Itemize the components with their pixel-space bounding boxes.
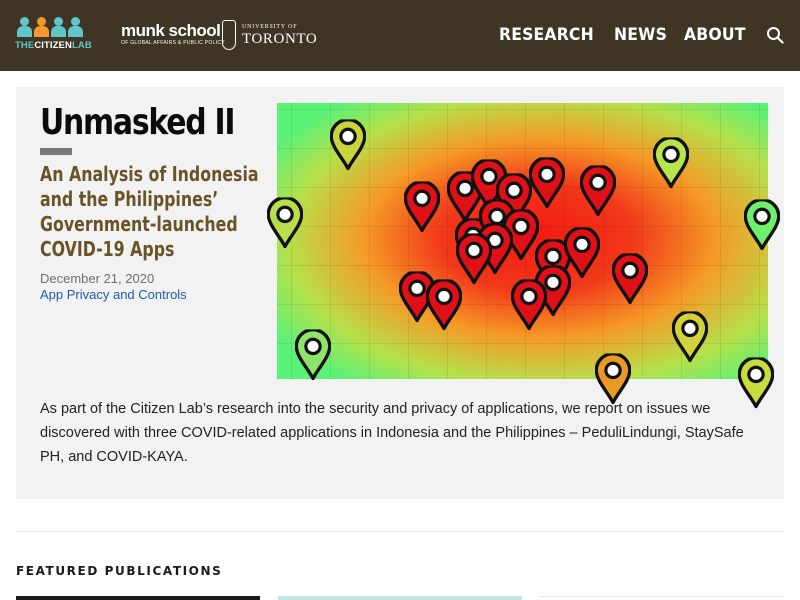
- section-divider: [16, 531, 784, 532]
- article-subtitle[interactable]: An Analysis of Indonesia and the Philipp…: [40, 162, 271, 262]
- main-nav: RESEARCH NEWS ABOUT: [499, 24, 751, 46]
- munk-school-name: munk school: [121, 21, 221, 40]
- citizen-lab-people-icon: [17, 17, 90, 37]
- search-icon[interactable]: [766, 26, 784, 44]
- nav-about[interactable]: ABOUT: [684, 24, 746, 46]
- featured-publications-heading: FEATURED PUBLICATIONS: [16, 564, 223, 578]
- map-pin-icon: [595, 353, 631, 405]
- article-date: December 21, 2020: [40, 271, 155, 286]
- article-hero-image[interactable]: [267, 103, 780, 409]
- nav-research[interactable]: RESEARCH: [499, 24, 594, 46]
- site-header: THECITIZENLAB munk school OF GLOBAL AFFA…: [0, 0, 800, 71]
- featured-publication-card[interactable]: [278, 596, 522, 600]
- citizen-lab-logo-suffix: LAB: [71, 40, 92, 51]
- article-category-link[interactable]: App Privacy and Controls: [40, 287, 187, 302]
- featured-article-card: Unmasked II An Analysis of Indonesia and…: [16, 87, 784, 499]
- citizen-lab-logo-prefix: THE: [15, 40, 35, 51]
- uoft-logo-top: UNIVERSITY OF: [242, 24, 298, 30]
- citizen-lab-logo[interactable]: THECITIZENLAB: [15, 17, 92, 53]
- citizen-lab-logo-main: CITIZEN: [34, 40, 72, 51]
- article-title[interactable]: Unmasked II: [40, 101, 236, 145]
- munk-school-logo[interactable]: munk school OF GLOBAL AFFAIRS & PUBLIC P…: [121, 22, 225, 47]
- munk-school-tagline: OF GLOBAL AFFAIRS & PUBLIC POLICY: [121, 40, 225, 46]
- uoft-crest-icon: [222, 20, 236, 50]
- uoft-logo-bottom: TORONTO: [242, 31, 318, 47]
- nav-news[interactable]: NEWS: [614, 24, 667, 46]
- featured-publication-card[interactable]: [16, 596, 260, 600]
- university-of-toronto-logo[interactable]: UNIVERSITY OF TORONTO: [222, 20, 317, 50]
- article-excerpt: As part of the Citizen Lab’s research in…: [40, 401, 744, 465]
- featured-publication-card[interactable]: [540, 596, 784, 597]
- title-rule: [40, 148, 72, 155]
